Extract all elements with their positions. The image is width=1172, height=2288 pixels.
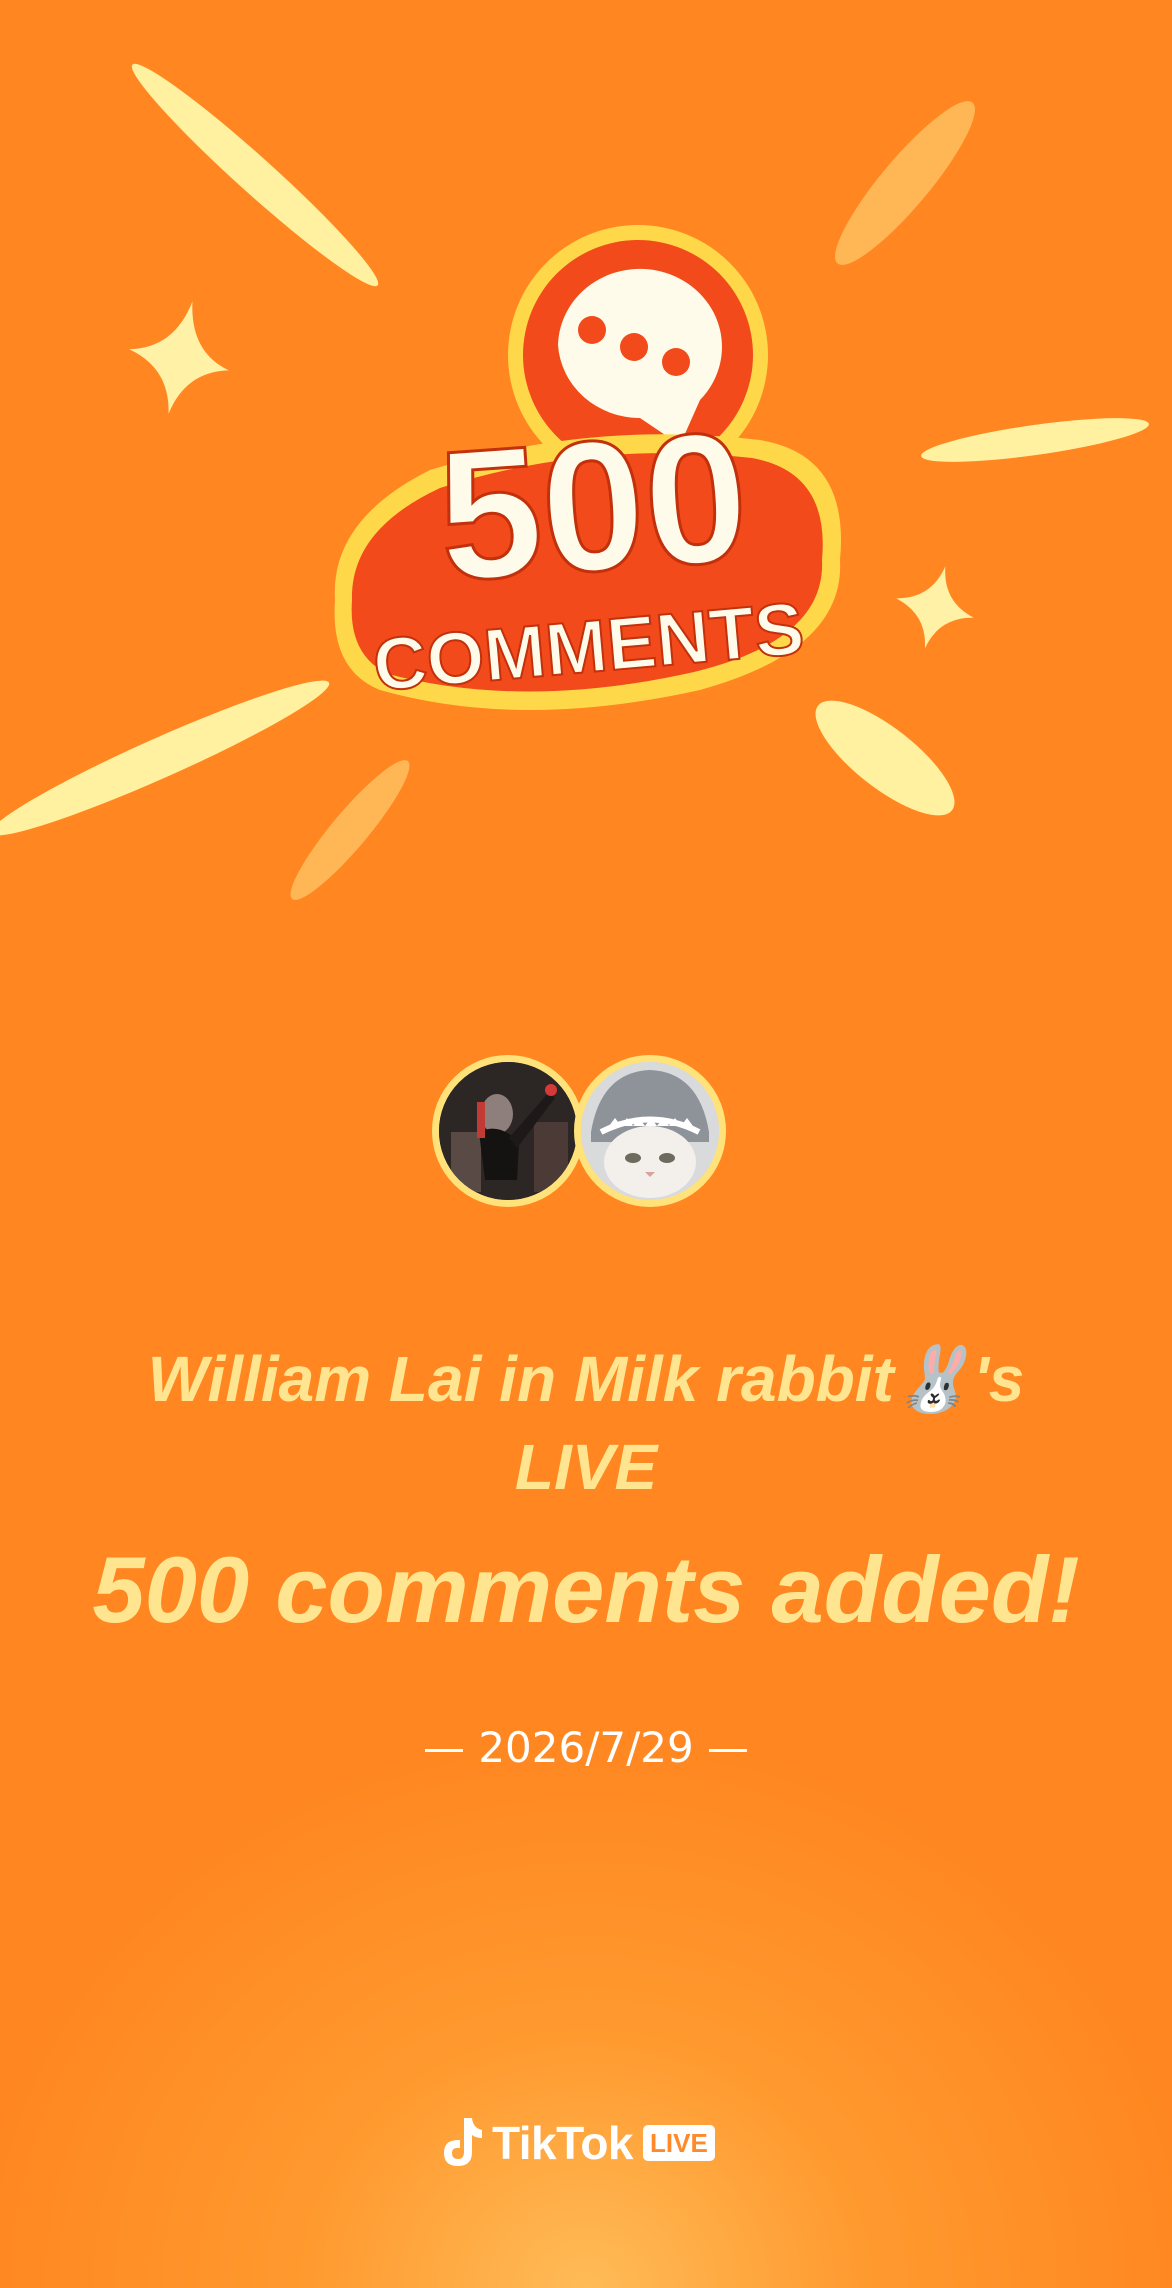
live-title-line-2: LIVE xyxy=(514,1431,658,1503)
participant-avatars xyxy=(432,1055,742,1225)
viewer-avatar xyxy=(574,1055,726,1207)
live-title: William Lai in Milk rabbit🐰's LIVE xyxy=(86,1335,1086,1511)
badge-number: 500 xyxy=(432,394,754,621)
tiktok-note-icon xyxy=(444,2118,482,2166)
milestone-date: — 2026/7/29 — xyxy=(422,1723,750,1772)
brand-name: TikTok xyxy=(492,2117,634,2169)
live-badge: LIVE xyxy=(643,2125,715,2161)
milestone-headline: 500 comments added! xyxy=(92,1537,1080,1642)
milestone-badge: 500 COMMENTS xyxy=(0,63,1149,900)
streamer-avatar xyxy=(432,1055,584,1207)
live-title-line-1: William Lai in Milk rabbit🐰's xyxy=(147,1343,1025,1415)
tiktok-live-logo: TikTok LIVE xyxy=(438,2108,738,2178)
